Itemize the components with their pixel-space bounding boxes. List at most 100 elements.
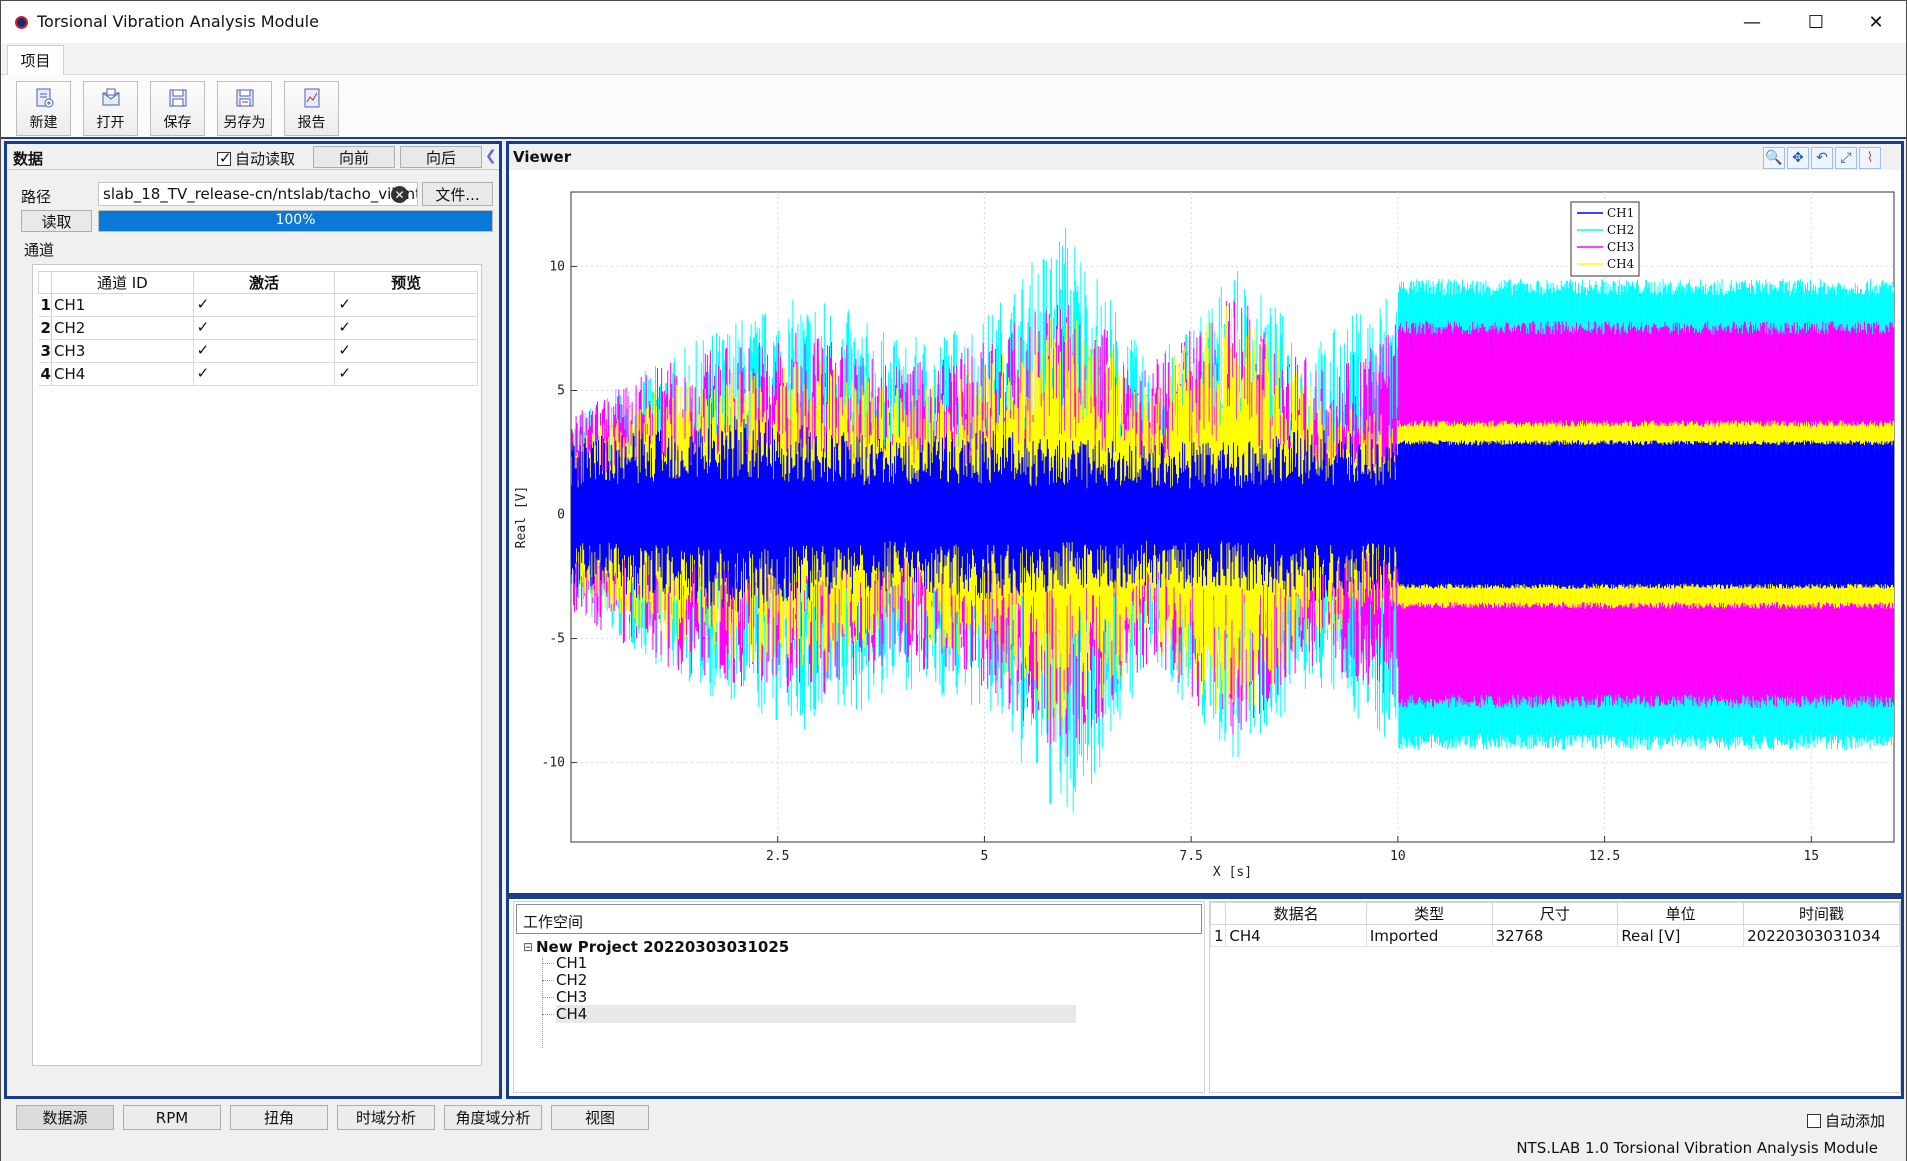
- col-data-name[interactable]: 数据名: [1225, 902, 1367, 925]
- active-check-icon[interactable]: [196, 341, 210, 359]
- path-value: slab_18_TV_release-cn/ntslab/tacho_vib.n…: [103, 185, 418, 203]
- tree-item[interactable]: CH4: [556, 1005, 1076, 1023]
- row-num: 4: [38, 362, 52, 386]
- menu-bar: 项目: [1, 43, 1906, 75]
- channel-table: 通道 ID 激活 预览 1CH12CH23CH34CH4: [38, 271, 478, 386]
- viewer-title: Viewer: [513, 148, 572, 166]
- open-button-label: 打开: [96, 115, 125, 131]
- tree-item[interactable]: CH1: [556, 954, 587, 972]
- cell-preview[interactable]: [334, 362, 478, 386]
- new-button[interactable]: 新建: [16, 81, 71, 136]
- cell-preview[interactable]: [334, 316, 478, 340]
- workspace-data-table: 数据名 类型 尺寸 单位 时间戳 1 CH4 Imported 32768 Re…: [1209, 902, 1900, 947]
- undo-icon[interactable]: ↶: [1811, 147, 1833, 169]
- report-button[interactable]: 报告: [284, 81, 339, 136]
- legend-label-ch1: CH1: [1607, 206, 1634, 220]
- active-check-icon[interactable]: [196, 318, 210, 336]
- tab-time-domain[interactable]: 时域分析: [337, 1105, 435, 1130]
- tree-item[interactable]: CH2: [556, 971, 587, 989]
- y-tick-label: 5: [557, 383, 565, 398]
- active-check-icon[interactable]: [196, 364, 210, 382]
- cell-preview[interactable]: [334, 293, 478, 317]
- col-unit[interactable]: 单位: [1617, 902, 1745, 925]
- x-tick-label: 5: [981, 849, 989, 864]
- preview-check-icon[interactable]: [337, 295, 351, 313]
- data-panel-title: 数据: [13, 150, 44, 168]
- channel-section-label: 通道: [24, 241, 55, 259]
- file-browse-button[interactable]: 文件...: [422, 182, 493, 206]
- table-row[interactable]: 1 CH4 Imported 32768 Real [V] 2022030303…: [1209, 924, 1900, 947]
- cell-channel-id: CH2: [51, 316, 194, 340]
- cell-active[interactable]: [193, 293, 336, 317]
- workspace-data-table-wrap: 数据名 类型 尺寸 单位 时间戳 1 CH4 Imported 32768 Re…: [1209, 901, 1901, 1093]
- tab-view[interactable]: 视图: [551, 1105, 649, 1130]
- open-file-icon: [102, 88, 119, 106]
- save-button[interactable]: 保存: [150, 81, 205, 136]
- tab-angle-domain[interactable]: 角度域分析: [444, 1105, 542, 1130]
- save-button-label: 保存: [163, 115, 192, 131]
- cell-active[interactable]: [193, 362, 336, 386]
- menu-tab-project[interactable]: 项目: [7, 45, 64, 75]
- new-file-icon: [36, 88, 53, 108]
- zoom-icon[interactable]: 🔍: [1763, 147, 1785, 169]
- active-check-icon[interactable]: [196, 295, 210, 313]
- cell-active[interactable]: [193, 339, 336, 363]
- table-row[interactable]: 4 CH4: [38, 362, 478, 386]
- table-row[interactable]: 3 CH3: [38, 339, 478, 363]
- auto-read-checkbox[interactable]: 自动读取: [217, 148, 295, 169]
- y-tick-label: -5: [549, 632, 565, 647]
- path-input[interactable]: slab_18_TV_release-cn/ntslab/tacho_vib.n…: [98, 182, 418, 206]
- clear-path-icon[interactable]: ✕: [391, 186, 408, 203]
- viewer-header: Viewer 🔍 ✥ ↶ ⤢ ⌇: [509, 144, 1901, 170]
- tree-item[interactable]: CH3: [556, 988, 587, 1006]
- progress-text: 100%: [275, 212, 316, 228]
- col-channel-id[interactable]: 通道 ID: [50, 271, 194, 294]
- table-row[interactable]: 1 CH1: [38, 293, 478, 317]
- main-window: Torsional Vibration Analysis Module — ☐ …: [0, 0, 1907, 1161]
- waveform-chart[interactable]: 2.5 5 7.5 10 12.5 15 10 5 0 -5 -10 X [s] Real [V] CH1…: [509, 170, 1901, 893]
- auto-read-check-icon: [217, 149, 232, 167]
- cell-preview[interactable]: [334, 339, 478, 363]
- open-button[interactable]: 打开: [83, 81, 138, 136]
- x-tick-label: 2.5: [766, 849, 789, 864]
- preview-check-icon[interactable]: [337, 364, 351, 382]
- row-num-header: [1209, 902, 1227, 925]
- close-icon[interactable]: ✕: [1853, 7, 1899, 37]
- tree-line: [542, 958, 543, 1048]
- data-panel: 数据 自动读取 向前 向后 ❮ 路径 slab_18_TV_release-cn…: [4, 141, 502, 1099]
- marker-icon[interactable]: ⌇: [1859, 147, 1881, 169]
- read-button[interactable]: 读取: [21, 210, 92, 232]
- preview-check-icon[interactable]: [337, 341, 351, 359]
- tab-rpm[interactable]: RPM: [123, 1105, 221, 1130]
- save-as-button-label: 另存为: [223, 115, 266, 131]
- tab-torsion-angle[interactable]: 扭角: [230, 1105, 328, 1130]
- tree-collapse-icon[interactable]: ⊟: [523, 940, 533, 954]
- save-as-button[interactable]: 另存为: [217, 81, 272, 136]
- row-num-header: [38, 271, 52, 294]
- tab-data-source[interactable]: 数据源: [16, 1105, 114, 1130]
- cell-active[interactable]: [193, 316, 336, 340]
- prev-button[interactable]: 向前: [313, 146, 395, 168]
- bottom-tab-bar: 数据源 RPM 扭角 时域分析 角度域分析 视图 自动添加: [1, 1101, 1906, 1133]
- workspace-tree: 工作空间 ⊟ New Project 20220303031025 CH1 CH2…: [513, 901, 1205, 1093]
- preview-check-icon[interactable]: [337, 318, 351, 336]
- table-row[interactable]: 2 CH2: [38, 316, 478, 340]
- pan-icon[interactable]: ✥: [1787, 147, 1809, 169]
- axis-icon[interactable]: ⤢: [1835, 147, 1857, 169]
- col-preview[interactable]: 预览: [334, 271, 478, 294]
- maximize-icon[interactable]: ☐: [1793, 7, 1839, 37]
- col-size[interactable]: 尺寸: [1491, 902, 1619, 925]
- cell-unit: Real [V]: [1617, 924, 1745, 947]
- collapse-arrow-icon[interactable]: ❮: [485, 148, 497, 164]
- col-type[interactable]: 类型: [1365, 902, 1493, 925]
- workspace-header: 工作空间: [516, 904, 1202, 934]
- minimize-icon[interactable]: —: [1729, 7, 1775, 37]
- y-tick-label: 0: [557, 508, 565, 523]
- col-active[interactable]: 激活: [192, 271, 336, 294]
- col-timestamp[interactable]: 时间戳: [1743, 902, 1900, 925]
- tree-branch-line: [542, 980, 554, 981]
- next-button[interactable]: 向后: [400, 146, 482, 168]
- cell-data-name: CH4: [1225, 924, 1367, 947]
- auto-add-checkbox[interactable]: 自动添加: [1807, 1110, 1885, 1131]
- x-tick-label: 7.5: [1179, 849, 1202, 864]
